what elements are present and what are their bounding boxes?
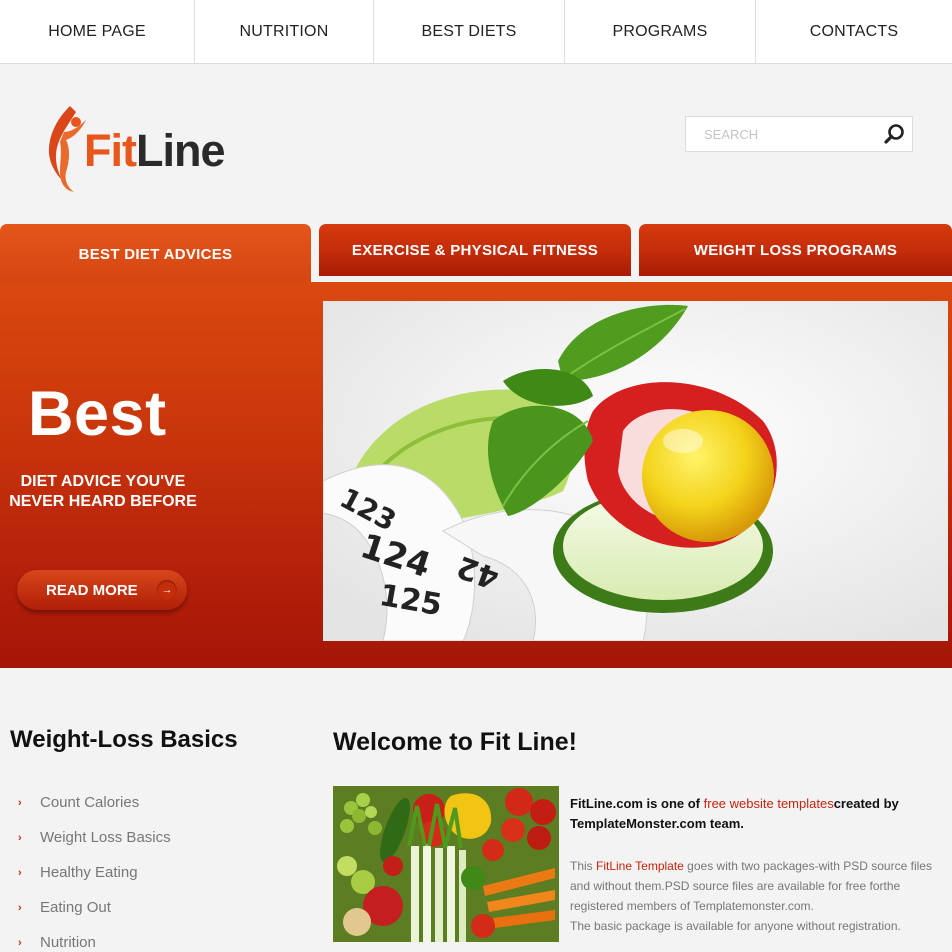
sidebar-item-label: Nutrition xyxy=(40,934,96,951)
logo-wordmark: FitLine xyxy=(84,128,225,173)
sidebar-item-label: Weight Loss Basics xyxy=(40,829,171,846)
read-more-label: READ MORE xyxy=(46,581,138,599)
hero-photo: 123 124 125 42 xyxy=(323,301,948,641)
logo-fit: Fit xyxy=(84,125,137,176)
logo-line: Line xyxy=(135,125,226,176)
free-templates-link[interactable]: free website templates xyxy=(704,796,834,811)
salad-measuring-tape-image: 123 124 125 42 xyxy=(323,301,948,641)
vegetables-image xyxy=(333,786,559,942)
sidebar-title: Weight-Loss Basics xyxy=(10,726,238,753)
banner-subline-2: NEVER HEARD BEFORE xyxy=(9,493,197,510)
search-button[interactable] xyxy=(882,121,908,147)
fitline-template-link[interactable]: FitLine Template xyxy=(596,859,684,873)
sidebar-item-weight-loss-basics[interactable]: › Weight Loss Basics xyxy=(18,820,171,855)
site-logo[interactable]: FitLine xyxy=(40,100,255,195)
body-text-1: This xyxy=(570,859,597,873)
read-more-button[interactable]: READ MORE → xyxy=(17,570,187,610)
sidebar-item-healthy-eating[interactable]: › Healthy Eating xyxy=(18,855,171,890)
body-paragraph: This FitLine Template goes with two pack… xyxy=(570,856,945,936)
intro-text-1: FitLine.com is one of xyxy=(570,796,704,811)
sidebar-item-label: Count Calories xyxy=(40,794,140,811)
top-navigation: HOME PAGE NUTRITION BEST DIETS PROGRAMS … xyxy=(0,0,952,64)
nav-best-diets[interactable]: BEST DIETS xyxy=(374,0,565,64)
sidebar-item-eating-out[interactable]: › Eating Out xyxy=(18,890,171,925)
nav-nutrition[interactable]: NUTRITION xyxy=(195,0,374,64)
chevron-right-icon: › xyxy=(18,901,22,914)
sidebar-menu: › Count Calories › Weight Loss Basics › Hea… xyxy=(18,785,171,952)
search-box xyxy=(685,116,913,152)
nav-home-page[interactable]: HOME PAGE xyxy=(0,0,195,64)
sidebar-item-nutrition[interactable]: › Nutrition xyxy=(18,925,171,952)
runner-logo-icon xyxy=(48,106,86,192)
banner-subheadline: DIET ADVICE YOU'VE NEVER HEARD BEFORE xyxy=(0,472,206,512)
chevron-right-icon: › xyxy=(18,866,22,879)
sidebar-item-label: Healthy Eating xyxy=(40,864,138,881)
nav-contacts[interactable]: CONTACTS xyxy=(756,0,952,64)
hero-banner: Best DIET ADVICE YOU'VE NEVER HEARD BEFO… xyxy=(0,282,952,668)
welcome-title: Welcome to Fit Line! xyxy=(333,728,577,756)
banner-headline: Best xyxy=(28,379,167,449)
arrow-right-icon: → xyxy=(157,580,177,600)
chevron-right-icon: › xyxy=(18,796,22,809)
tab-exercise-physical-fitness[interactable]: EXERCISE & PHYSICAL FITNESS xyxy=(319,224,631,282)
vegetables-photo xyxy=(333,786,559,942)
nav-programs[interactable]: PROGRAMS xyxy=(565,0,756,64)
sidebar-item-count-calories[interactable]: › Count Calories xyxy=(18,785,171,820)
chevron-right-icon: › xyxy=(18,831,22,844)
intro-paragraph: FitLine.com is one of free website templ… xyxy=(570,794,940,834)
body-text-3: The basic package is available for anyon… xyxy=(570,919,901,933)
search-icon xyxy=(884,124,904,144)
sidebar-item-label: Eating Out xyxy=(40,899,111,916)
tab-weight-loss-programs[interactable]: WEIGHT LOSS PROGRAMS xyxy=(639,224,952,282)
chevron-right-icon: › xyxy=(18,936,22,949)
banner-subline-1: DIET ADVICE YOU'VE xyxy=(20,473,186,490)
tab-best-diet-advices[interactable]: BEST DIET ADVICES xyxy=(0,224,311,284)
search-input[interactable] xyxy=(686,117,876,151)
